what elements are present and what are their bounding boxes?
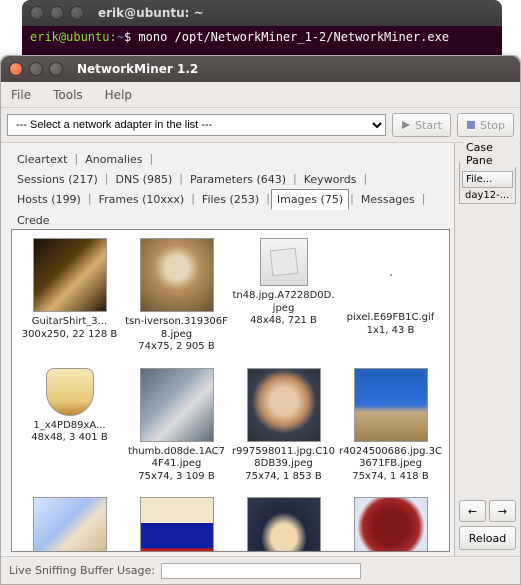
adapter-select[interactable]: --- Select a network adapter in the list… (7, 114, 386, 136)
tab-files[interactable]: Files (253) (196, 189, 265, 210)
thumbnail-image (140, 497, 214, 552)
tab-keywords[interactable]: Keywords (298, 169, 363, 189)
tab-hosts[interactable]: Hosts (199) (11, 189, 87, 210)
terminal-prompt-path: ~ (117, 30, 124, 44)
file-header[interactable]: File... (462, 171, 513, 188)
side-spacer (459, 208, 516, 496)
next-button[interactable]: → (489, 500, 516, 522)
image-thumbnail[interactable] (123, 497, 230, 552)
prev-button[interactable]: ← (459, 500, 486, 522)
tabs-area: Cleartext| Anomalies| Sessions (217)| DN… (1, 143, 454, 556)
tab-messages[interactable]: Messages (355, 189, 421, 210)
image-panel: GuitarShirt_3... 300x250, 22 128 Btsn-iv… (11, 229, 450, 552)
arrow-left-icon: ← (468, 505, 477, 518)
menubar: File Tools Help (1, 82, 520, 108)
thumbnail-label: tsn-iverson.319306F8.jpeg 74x75, 2 905 B (123, 316, 230, 354)
terminal-prompt-sep: : (109, 30, 116, 44)
arrow-right-icon: → (498, 505, 507, 518)
terminal-close-icon[interactable] (30, 6, 44, 20)
buffer-label: Live Sniffing Buffer Usage: (9, 564, 155, 577)
terminal-minimize-icon[interactable] (50, 6, 64, 20)
thumbnail-image (390, 274, 392, 276)
window-title: NetworkMiner 1.2 (77, 62, 198, 76)
image-thumbnail[interactable] (337, 497, 444, 552)
start-label: Start (415, 119, 442, 132)
window-maximize-icon[interactable] (49, 62, 63, 76)
image-thumbnail[interactable]: pixel.E69FB1C.gif 1x1, 43 B (337, 238, 444, 354)
arrow-buttons: ← → (459, 500, 516, 522)
thumbnail-label: r4024500686.jpg.3C3671FB.jpeg 75x74, 1 4… (337, 446, 444, 484)
thumbnail-image (354, 368, 428, 442)
terminal-title: erik@ubuntu: ~ (98, 6, 204, 20)
menu-tools[interactable]: Tools (53, 88, 83, 102)
tab-dns[interactable]: DNS (985) (110, 169, 179, 189)
thumbnail-label: pixel.E69FB1C.gif 1x1, 43 B (337, 312, 444, 337)
thumbnail-label: tn48.jpg.A7228D0D.jpeg 48x48, 721 B (230, 290, 337, 328)
terminal-titlebar[interactable]: erik@ubuntu: ~ (22, 0, 502, 26)
tab-strip-3: Hosts (199)| Frames (10xxx)| Files (253)… (11, 189, 450, 230)
thumbnail-image (260, 238, 308, 286)
main-titlebar[interactable]: NetworkMiner 1.2 (1, 56, 520, 82)
thumbnail-image (140, 238, 214, 312)
thumbnail-image (33, 238, 107, 312)
window-minimize-icon[interactable] (29, 62, 43, 76)
thumbnail-image (46, 368, 94, 416)
terminal-prompt-user: erik@ubuntu (30, 30, 109, 44)
networkminer-window: NetworkMiner 1.2 File Tools Help --- Sel… (0, 55, 521, 585)
play-icon (401, 120, 411, 130)
image-thumbnail[interactable]: r4024500686.jpg.3C3671FB.jpeg 75x74, 1 4… (337, 368, 444, 484)
statusbar: Live Sniffing Buffer Usage: (1, 556, 520, 584)
menu-help[interactable]: Help (105, 88, 132, 102)
menu-file[interactable]: File (11, 88, 31, 102)
thumbnail-label: r997598011.jpg.C108DB39.jpeg 75x74, 1 85… (230, 446, 337, 484)
terminal-command: mono /opt/NetworkMiner_1-2/NetworkMiner.… (138, 30, 449, 44)
image-grid: GuitarShirt_3... 300x250, 22 128 Btsn-iv… (16, 238, 445, 552)
tab-parameters[interactable]: Parameters (643) (184, 169, 292, 189)
stop-label: Stop (480, 119, 505, 132)
content-row: Cleartext| Anomalies| Sessions (217)| DN… (1, 143, 520, 556)
image-thumbnail[interactable] (16, 497, 123, 552)
case-panel: Case Pane File... day12-... ← → Reload (454, 143, 520, 556)
thumbnail-label: thumb.d08de.1AC74F41.jpeg 75x74, 3 109 B (123, 446, 230, 484)
toolbar: --- Select a network adapter in the list… (1, 108, 520, 143)
case-group: Case Pane File... day12-... (459, 149, 516, 204)
image-thumbnail[interactable] (230, 497, 337, 552)
tab-images[interactable]: Images (75) (271, 189, 349, 210)
thumbnail-label: GuitarShirt_3... 300x250, 22 128 B (16, 316, 123, 341)
thumbnail-image (247, 497, 321, 552)
image-thumbnail[interactable]: r997598011.jpg.C108DB39.jpeg 75x74, 1 85… (230, 368, 337, 484)
image-thumbnail[interactable]: GuitarShirt_3... 300x250, 22 128 B (16, 238, 123, 354)
terminal-prompt-sigil: $ (124, 30, 131, 44)
thumbnail-image (247, 368, 321, 442)
terminal-maximize-icon[interactable] (70, 6, 84, 20)
buffer-gauge (161, 563, 361, 579)
tab-strip-2: Sessions (217)| DNS (985)| Parameters (6… (11, 169, 450, 189)
image-thumbnail[interactable]: tn48.jpg.A7228D0D.jpeg 48x48, 721 B (230, 238, 337, 354)
reload-button[interactable]: Reload (459, 526, 516, 550)
start-button[interactable]: Start (392, 113, 451, 137)
tab-anomalies[interactable]: Anomalies (79, 149, 148, 169)
image-thumbnail[interactable]: thumb.d08de.1AC74F41.jpeg 75x74, 3 109 B (123, 368, 230, 484)
image-thumbnail[interactable]: tsn-iverson.319306F8.jpeg 74x75, 2 905 B (123, 238, 230, 354)
tab-strip: Cleartext| Anomalies| (11, 149, 450, 169)
tab-sessions[interactable]: Sessions (217) (11, 169, 104, 189)
reload-label: Reload (469, 532, 506, 545)
tab-credentials[interactable]: Crede (11, 210, 55, 230)
thumbnail-image (354, 497, 428, 552)
tab-cleartext[interactable]: Cleartext (11, 149, 73, 169)
thumbnail-label: 1_x4PD89xA... 48x48, 3 401 B (16, 420, 123, 445)
tab-frames[interactable]: Frames (10xxx) (93, 189, 191, 210)
stop-button[interactable]: Stop (457, 113, 514, 137)
thumbnail-image (33, 497, 107, 552)
thumbnail-image (140, 368, 214, 442)
stop-icon (466, 120, 476, 130)
file-item[interactable]: day12-... (462, 188, 513, 203)
case-legend: Case Pane (464, 141, 519, 167)
window-close-icon[interactable] (9, 62, 23, 76)
image-thumbnail[interactable]: 1_x4PD89xA... 48x48, 3 401 B (16, 368, 123, 484)
